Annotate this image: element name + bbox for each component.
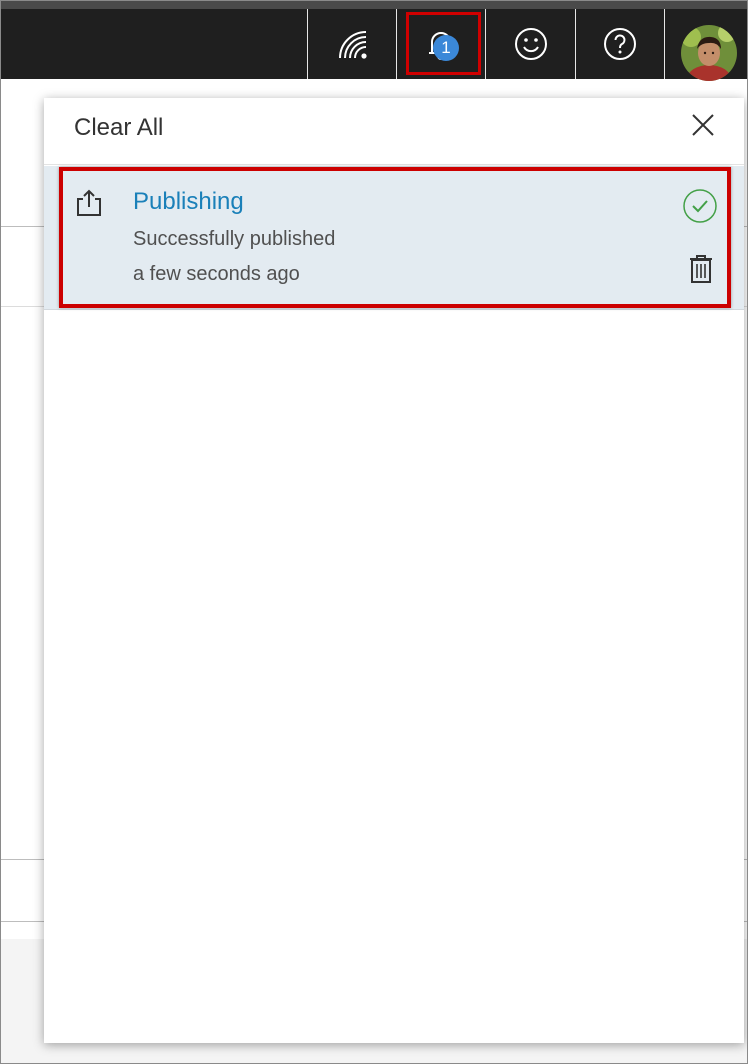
help-button[interactable] xyxy=(576,9,664,79)
help-icon xyxy=(604,28,636,60)
notification-highlight-box xyxy=(59,167,731,308)
panel-header: Clear All xyxy=(44,98,744,165)
clear-all-button[interactable]: Clear All xyxy=(74,114,163,142)
top-navigation-bar: 1 xyxy=(1,1,747,81)
avatar-image xyxy=(681,25,737,81)
feed-button[interactable] xyxy=(308,9,396,79)
smiley-icon xyxy=(514,28,547,60)
feedback-button[interactable] xyxy=(486,9,575,79)
user-avatar[interactable] xyxy=(681,25,737,81)
bell-highlight-box xyxy=(406,12,481,75)
notifications-panel: Clear All Publishing Successfully publis… xyxy=(44,98,744,1043)
app-window: 1 Clear All Publishing Successfully publ… xyxy=(0,0,748,1064)
toolbar-separator xyxy=(664,9,665,79)
close-panel-button[interactable] xyxy=(690,112,716,138)
feed-icon xyxy=(339,31,367,59)
close-icon xyxy=(692,114,714,136)
